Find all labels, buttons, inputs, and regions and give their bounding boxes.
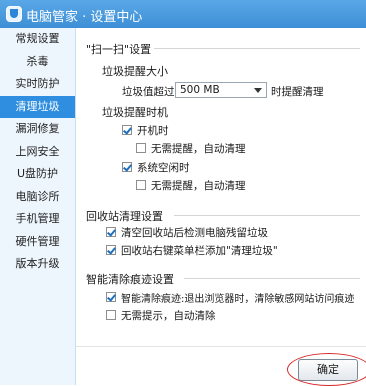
startup-label: 开机时: [137, 125, 169, 137]
shield-logo-icon: [6, 6, 22, 22]
settings-sidebar: 常规设置 杀毒 实时防护 清理垃圾 漏洞修复 上网安全 U盘防护 电脑诊所 手机…: [0, 28, 76, 385]
startup-auto-clean-label: 无需提醒，自动清理: [151, 143, 246, 155]
size-prefix-label: 垃圾值超过: [122, 86, 175, 98]
sidebar-item-realtime-protection[interactable]: 实时防护: [0, 73, 75, 96]
startup-checkbox[interactable]: [122, 125, 132, 135]
sidebar-item-junk-cleanup[interactable]: 清理垃圾: [0, 95, 75, 118]
trace-clean-label: 智能清除痕迹:退出浏览器时，清除敏感网站访问痕迹: [121, 294, 355, 305]
size-threshold-select[interactable]: 500 MB: [175, 82, 267, 98]
sidebar-item-version-upgrade[interactable]: 版本升级: [0, 253, 75, 276]
annotation-circle: [287, 353, 366, 386]
sidebar-item-hardware-management[interactable]: 硬件管理: [0, 231, 75, 254]
sidebar-item-phone-management[interactable]: 手机管理: [0, 208, 75, 231]
sidebar-item-vulnerability-fix[interactable]: 漏洞修复: [0, 118, 75, 141]
window-title: 电脑管家 · 设置中心: [26, 10, 143, 25]
trace-clean-checkbox[interactable]: [106, 292, 116, 302]
trace-auto-clean-checkbox[interactable]: [106, 310, 116, 320]
trace-settings-title: 智能清除痕迹设置: [86, 273, 174, 286]
divider: [154, 48, 360, 49]
sidebar-item-usb-protection[interactable]: U盘防护: [0, 163, 75, 186]
sidebar-item-pc-clinic[interactable]: 电脑诊所: [0, 186, 75, 209]
sidebar-item-antivirus[interactable]: 杀毒: [0, 51, 75, 74]
sidebar-item-web-security[interactable]: 上网安全: [0, 141, 75, 164]
idle-auto-clean-checkbox[interactable]: [136, 180, 146, 190]
size-threshold-value: 500 MB: [180, 84, 220, 96]
divider: [174, 215, 360, 216]
recycle-context-menu-label: 回收站右键菜单栏添加"清理垃圾": [121, 245, 278, 257]
scan-settings-title: "扫一扫"设置: [86, 43, 152, 56]
recycle-scan-checkbox[interactable]: [106, 227, 116, 237]
recycle-settings-title: 回收站清理设置: [86, 210, 163, 223]
size-reminder-title: 垃圾提醒大小: [102, 65, 168, 78]
title-bar: 电脑管家 · 设置中心: [0, 0, 366, 28]
startup-auto-clean-checkbox[interactable]: [136, 143, 146, 153]
chevron-down-icon: [254, 88, 262, 93]
size-suffix-label: 时提醒清理: [271, 86, 324, 98]
idle-auto-clean-label: 无需提醒，自动清理: [151, 180, 246, 192]
footer-divider: [76, 346, 366, 347]
idle-label: 系统空闲时: [137, 162, 190, 174]
trace-auto-clean-label: 无需提示，自动清除: [121, 310, 216, 322]
idle-checkbox[interactable]: [122, 162, 132, 172]
time-reminder-title: 垃圾提醒时机: [102, 106, 168, 119]
divider: [184, 278, 360, 279]
recycle-scan-label: 清空回收站后检测电脑残留垃圾: [121, 227, 268, 239]
sidebar-item-general[interactable]: 常规设置: [0, 28, 75, 51]
recycle-context-menu-checkbox[interactable]: [106, 245, 116, 255]
settings-content: "扫一扫"设置 垃圾提醒大小 垃圾值超过 500 MB 时提醒清理 垃圾提醒时机…: [76, 28, 366, 386]
